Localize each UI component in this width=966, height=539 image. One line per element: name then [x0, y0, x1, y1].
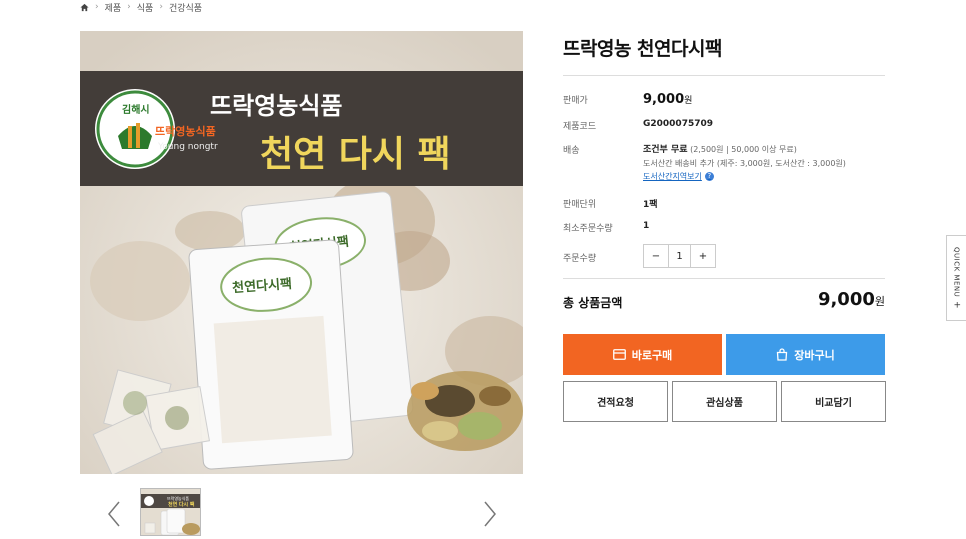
product-thumbnail[interactable]: 뜨락영농식품 천연 다시 팩: [140, 488, 201, 536]
buy-now-button[interactable]: 바로구매: [563, 334, 722, 375]
shipping-extra: 도서산간 배송비 추가 (제주: 3,000원, 도서산간 : 3,000원): [643, 159, 846, 168]
breadcrumb-item[interactable]: 건강식품: [169, 1, 202, 14]
logo-sub: Young nongtr: [157, 142, 218, 152]
chevron-left-icon: [108, 501, 120, 527]
home-icon[interactable]: [80, 3, 89, 12]
shipping-label: 배송: [563, 146, 580, 156]
price-row: 판매가 9,000원: [563, 92, 692, 107]
plus-icon: +: [951, 301, 962, 310]
svg-text:천연 다시 팩: 천연 다시 팩: [168, 501, 195, 508]
chevron-right-icon: ›: [95, 2, 99, 12]
breadcrumb-item[interactable]: 제품: [105, 1, 122, 14]
chevron-right-icon: ›: [127, 2, 131, 12]
buy-now-label: 바로구매: [631, 348, 673, 362]
shipping-info: 조건부 무료 (2,500원 | 50,000 이상 무료) 도서산간 배송비 …: [643, 143, 846, 183]
code-row: 제품코드 G2000075709: [563, 119, 713, 132]
min-qty-row: 최소주문수량 1: [563, 221, 649, 234]
shipping-row: 배송: [563, 143, 643, 156]
order-qty-label: 주문수량: [563, 254, 597, 264]
card-icon: [612, 349, 626, 360]
quote-request-button[interactable]: 견적요청: [563, 381, 668, 422]
chevron-right-icon: ›: [159, 2, 163, 12]
qty-minus-button[interactable]: −: [644, 245, 668, 267]
min-qty-value: 1: [643, 221, 650, 231]
price-value: 9,000원: [643, 92, 693, 107]
unit-value: 1팩: [643, 200, 658, 210]
quantity-stepper: − 1 +: [643, 244, 716, 268]
divider: [563, 75, 885, 76]
compare-button[interactable]: 비교담기: [781, 381, 886, 422]
help-icon: ?: [704, 172, 714, 181]
qty-plus-button[interactable]: +: [691, 245, 715, 267]
unit-label: 판매단위: [563, 200, 597, 210]
shipping-detail: (2,500원 | 50,000 이상 무료): [690, 145, 797, 154]
add-to-cart-button[interactable]: 장바구니: [726, 334, 885, 375]
price-label: 판매가: [563, 96, 588, 106]
total-label: 총 상품금액: [563, 296, 623, 310]
shipping-main: 조건부 무료: [643, 145, 688, 155]
seal-text: 김해시: [122, 103, 150, 116]
shipping-region-link[interactable]: 도서산간지역보기?: [643, 170, 714, 183]
quick-menu-tab[interactable]: QUICK MENU +: [946, 235, 966, 321]
qty-input[interactable]: 1: [668, 245, 691, 267]
thumbnail-prev-button[interactable]: [104, 497, 124, 531]
total-price: 9,000원: [817, 289, 885, 310]
banner-product-title: 천연 다시 팩: [260, 134, 451, 175]
logo-text: 뜨락영농식품: [155, 124, 216, 138]
divider: [563, 278, 885, 279]
breadcrumb: › 제품 › 식품 › 건강식품: [80, 0, 202, 14]
product-main-image: 김해시 뜨락영농식품 Young nongtr 뜨락영농식품 천연 다시 팩 천…: [80, 31, 523, 474]
banner-brand-title: 뜨락영농식품: [210, 92, 342, 120]
quick-menu-label: QUICK MENU: [952, 246, 961, 298]
chevron-right-icon: [484, 501, 496, 527]
breadcrumb-item[interactable]: 식품: [137, 1, 154, 14]
code-label: 제품코드: [563, 122, 597, 132]
add-to-cart-label: 장바구니: [794, 348, 835, 362]
min-qty-label: 최소주문수량: [563, 224, 613, 234]
svg-text:뜨락영농식품: 뜨락영농식품: [167, 495, 189, 501]
thumbnail-next-button[interactable]: [480, 497, 500, 531]
wishlist-button[interactable]: 관심상품: [672, 381, 777, 422]
shopping-bag-icon: [777, 348, 788, 361]
order-qty-row: 주문수량: [563, 251, 643, 264]
product-title: 뜨락영농 천연다시팩: [563, 38, 722, 60]
unit-row: 판매단위 1팩: [563, 197, 658, 210]
product-code: G2000075709: [643, 119, 714, 129]
